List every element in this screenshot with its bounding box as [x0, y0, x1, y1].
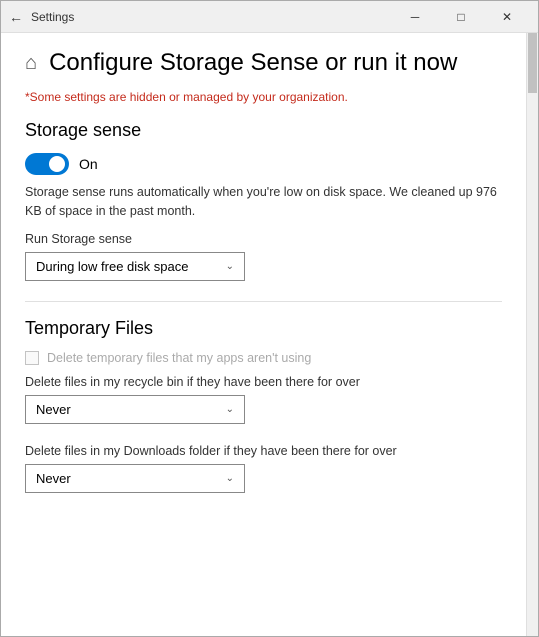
run-storage-sense-label: Run Storage sense: [25, 232, 502, 246]
temporary-files-title: Temporary Files: [25, 318, 502, 339]
dropdown-arrow-icon: ⌄: [226, 261, 234, 272]
storage-sense-toggle[interactable]: [25, 153, 69, 175]
page-header: ⌂ Configure Storage Sense or run it now: [25, 49, 502, 78]
scrollbar[interactable]: [526, 33, 538, 636]
toggle-row: On: [25, 153, 502, 175]
recycle-dropdown-arrow-icon: ⌄: [226, 404, 234, 415]
org-notice: *Some settings are hidden or managed by …: [25, 90, 502, 104]
downloads-dropdown-value: Never: [36, 471, 71, 486]
window: ← Settings ─ □ ✕ ⌂ Configure Storage Sen…: [0, 0, 539, 637]
delete-temp-label: Delete temporary files that my apps aren…: [47, 351, 311, 365]
minimize-button[interactable]: ─: [392, 1, 438, 33]
delete-temp-files-row: Delete temporary files that my apps aren…: [25, 351, 502, 365]
downloads-dropdown-arrow-icon: ⌄: [226, 473, 234, 484]
content-area: ⌂ Configure Storage Sense or run it now …: [1, 33, 538, 636]
maximize-button[interactable]: □: [438, 1, 484, 33]
dropdown-value: During low free disk space: [36, 259, 188, 274]
storage-sense-description: Storage sense runs automatically when yo…: [25, 183, 502, 221]
scrollbar-thumb[interactable]: [528, 33, 537, 93]
downloads-dropdown[interactable]: Never ⌄: [25, 464, 245, 493]
downloads-label: Delete files in my Downloads folder if t…: [25, 444, 502, 458]
section-divider: [25, 301, 502, 302]
window-controls: ─ □ ✕: [392, 1, 530, 33]
delete-temp-checkbox[interactable]: [25, 351, 39, 365]
close-button[interactable]: ✕: [484, 1, 530, 33]
main-content: ⌂ Configure Storage Sense or run it now …: [1, 33, 526, 636]
recycle-bin-dropdown[interactable]: Never ⌄: [25, 395, 245, 424]
recycle-bin-label: Delete files in my recycle bin if they h…: [25, 375, 502, 389]
toggle-knob: [49, 156, 65, 172]
window-title: Settings: [31, 10, 392, 24]
storage-sense-title: Storage sense: [25, 120, 502, 141]
home-icon: ⌂: [25, 52, 37, 75]
page-title: Configure Storage Sense or run it now: [49, 49, 457, 78]
run-storage-sense-dropdown[interactable]: During low free disk space ⌄: [25, 252, 245, 281]
recycle-dropdown-value: Never: [36, 402, 71, 417]
toggle-label: On: [79, 156, 98, 172]
title-bar: ← Settings ─ □ ✕: [1, 1, 538, 33]
back-button[interactable]: ←: [9, 9, 23, 25]
